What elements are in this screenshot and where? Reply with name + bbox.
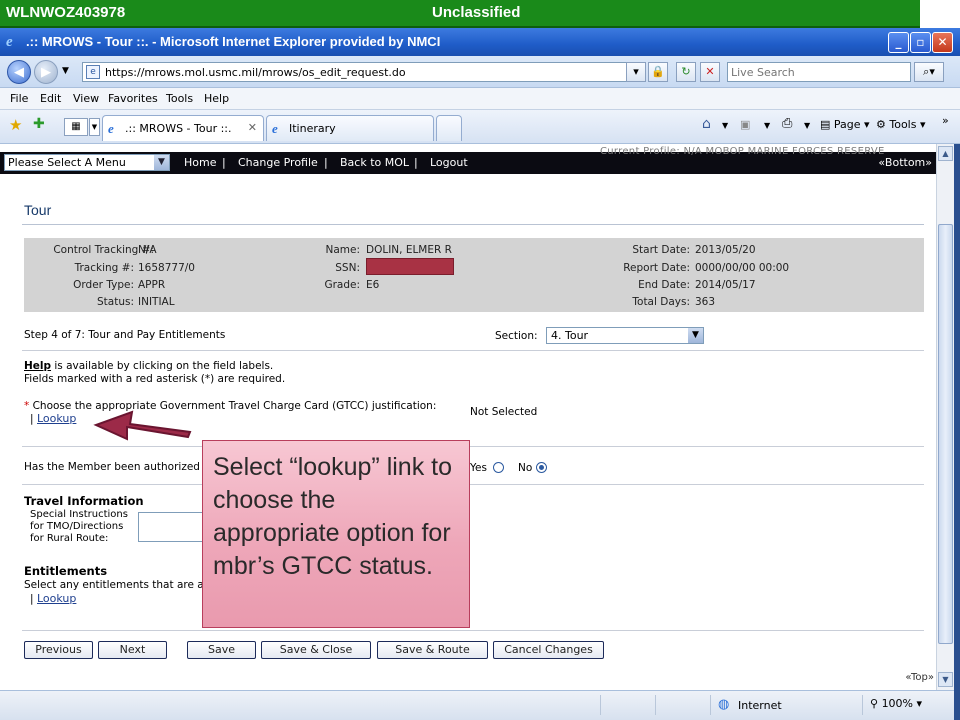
annotation-arrow-layer xyxy=(93,410,192,441)
instruction-callout: Select “lookup” link to choose the appro… xyxy=(202,440,470,628)
callout-arrow-icon xyxy=(93,410,192,441)
callout-text: Select “lookup” link to choose the appro… xyxy=(213,453,453,580)
